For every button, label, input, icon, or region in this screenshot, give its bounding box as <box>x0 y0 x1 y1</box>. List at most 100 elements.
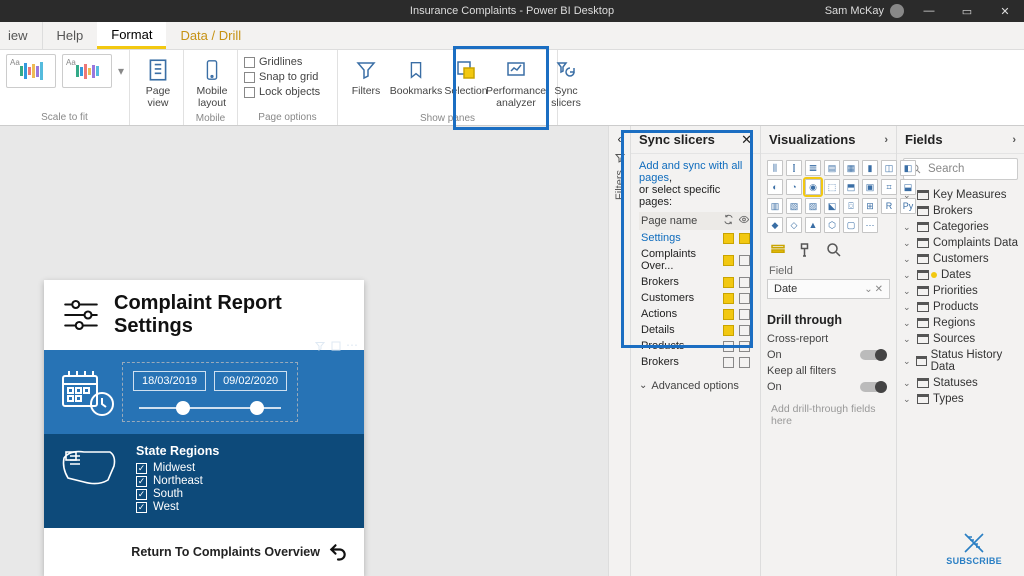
field-table[interactable]: ⌄Types <box>903 391 1018 407</box>
range-handle-end[interactable] <box>250 401 264 415</box>
close-icon[interactable]: ✕ <box>741 132 752 148</box>
mobile-layout-button[interactable]: Mobile layout <box>190 54 234 111</box>
viz-type-icon[interactable]: ▧ <box>786 198 802 214</box>
field-table[interactable]: ⌄Complaints Data <box>903 235 1018 251</box>
visible-checkbox[interactable] <box>739 233 750 244</box>
field-table[interactable]: ⌄Dates <box>903 267 1018 283</box>
range-handle-start[interactable] <box>176 401 190 415</box>
viz-type-icon[interactable]: ◫ <box>881 160 897 176</box>
collapse-fields-icon[interactable]: › <box>1012 134 1016 146</box>
sync-page-row[interactable]: Settings <box>639 230 752 246</box>
sync-checkbox[interactable] <box>723 309 734 320</box>
field-table[interactable]: ⌄Brokers <box>903 203 1018 219</box>
sync-checkbox[interactable] <box>723 255 734 266</box>
date-range-slicer[interactable]: 18/03/2019 09/02/2020 <box>122 362 298 422</box>
viz-type-icon[interactable]: ◆ <box>767 217 783 233</box>
cross-report-toggle[interactable] <box>860 350 886 360</box>
sync-checkbox[interactable] <box>723 357 734 368</box>
sync-checkbox[interactable] <box>723 277 734 288</box>
visible-checkbox[interactable] <box>739 293 750 304</box>
field-table[interactable]: ⌄Products <box>903 299 1018 315</box>
viz-type-icon[interactable]: R <box>881 198 897 214</box>
avatar[interactable] <box>890 4 904 18</box>
sync-page-row[interactable]: Brokers <box>639 354 752 370</box>
sync-checkbox[interactable] <box>723 325 734 336</box>
sync-page-row[interactable]: Brokers <box>639 274 752 290</box>
field-table[interactable]: ⌄Customers <box>903 251 1018 267</box>
viz-type-icon[interactable]: ▣ <box>862 179 878 195</box>
visible-checkbox[interactable] <box>739 255 750 266</box>
visual-header-icons[interactable]: ⋯ <box>314 340 358 352</box>
viz-type-icon[interactable]: ⬡ <box>824 217 840 233</box>
filters-pane-button[interactable]: Filters <box>344 54 388 100</box>
sync-slicers-button[interactable]: Sync slicers <box>544 54 588 111</box>
region-item[interactable]: ✓West <box>136 501 219 513</box>
sync-page-row[interactable]: Customers <box>639 290 752 306</box>
fields-search-input[interactable]: Search <box>903 158 1018 180</box>
viz-type-icon[interactable]: 𝌆 <box>805 160 821 176</box>
date-range-track[interactable] <box>139 407 281 409</box>
tab-data-drill[interactable]: Data / Drill <box>166 22 255 49</box>
lock-objects-checkbox[interactable]: Lock objects <box>244 86 320 98</box>
fields-tab-icon[interactable] <box>769 241 787 259</box>
window-minimize[interactable]: — <box>910 0 948 22</box>
viz-type-icon[interactable]: ⋯ <box>862 217 878 233</box>
viz-type-icon[interactable]: ⌼ <box>843 198 859 214</box>
viz-type-icon[interactable]: ⫼ <box>767 160 783 176</box>
viz-type-icon[interactable]: ▤ <box>824 160 840 176</box>
viz-type-icon[interactable]: ▲ <box>805 217 821 233</box>
remove-field-icon[interactable]: ✕ <box>875 284 883 295</box>
field-table[interactable]: ⌄Regions <box>903 315 1018 331</box>
field-table[interactable]: ⌄Status History Data <box>903 347 1018 375</box>
window-maximize[interactable]: ▭ <box>948 0 986 22</box>
field-table[interactable]: ⌄Statuses <box>903 375 1018 391</box>
sync-checkbox[interactable] <box>723 341 734 352</box>
viz-type-icon[interactable]: Py <box>900 198 916 214</box>
visible-checkbox[interactable] <box>739 325 750 336</box>
sync-page-row[interactable]: Products <box>639 338 752 354</box>
date-from-input[interactable]: 18/03/2019 <box>133 371 206 391</box>
sync-all-pages-link[interactable]: Add and sync with all pages <box>639 160 742 184</box>
sync-page-row[interactable]: Actions <box>639 306 752 322</box>
viz-type-icon[interactable]: ▦ <box>843 160 859 176</box>
themes-dropdown-icon[interactable]: ▾ <box>118 64 124 78</box>
selection-button[interactable]: Selection <box>444 54 488 100</box>
snap-to-grid-checkbox[interactable]: Snap to grid <box>244 71 318 83</box>
page-view-button[interactable]: Page view <box>136 54 180 111</box>
region-item[interactable]: ✓Northeast <box>136 475 219 487</box>
filters-pane-collapsed[interactable]: ‹ Filters <box>608 126 630 576</box>
field-table[interactable]: ⌄Priorities <box>903 283 1018 299</box>
viz-type-icon[interactable]: ◐ <box>767 179 783 195</box>
visible-checkbox[interactable] <box>739 341 750 352</box>
field-table[interactable]: ⌄Key Measures <box>903 187 1018 203</box>
viz-type-icon[interactable]: ⬚ <box>824 179 840 195</box>
viz-type-icon[interactable]: ⬒ <box>843 179 859 195</box>
subscribe-badge[interactable]: SUBSCRIBE <box>946 532 1002 566</box>
visible-checkbox[interactable] <box>739 309 750 320</box>
visible-checkbox[interactable] <box>739 277 750 288</box>
region-item[interactable]: ✓Midwest <box>136 462 219 474</box>
format-tab-icon[interactable] <box>797 241 815 259</box>
return-button[interactable]: Return To Complaints Overview <box>44 528 364 576</box>
viz-type-icon[interactable]: ▮ <box>862 160 878 176</box>
viz-type-icon[interactable]: ⫿ <box>786 160 802 176</box>
sync-checkbox[interactable] <box>723 293 734 304</box>
viz-type-icon[interactable]: ▢ <box>843 217 859 233</box>
drill-fields-drop[interactable]: Add drill-through fields here <box>767 397 890 433</box>
keep-filters-toggle[interactable] <box>860 382 886 392</box>
visual-more-icon[interactable]: ⋯ <box>346 340 358 352</box>
visible-checkbox[interactable] <box>739 357 750 368</box>
field-table[interactable]: ⌄Categories <box>903 219 1018 235</box>
viz-type-icon[interactable]: ◉ <box>805 179 821 195</box>
tab-help[interactable]: Help <box>43 22 98 49</box>
viz-type-icon[interactable]: ▨ <box>805 198 821 214</box>
viz-type-icon[interactable]: ⬕ <box>824 198 840 214</box>
chevron-down-icon[interactable]: ⌄ <box>864 284 872 295</box>
theme-preview-1[interactable]: Aa <box>6 54 56 88</box>
viz-type-icon[interactable]: ▥ <box>767 198 783 214</box>
bookmarks-button[interactable]: Bookmarks <box>394 54 438 100</box>
sync-checkbox[interactable] <box>723 233 734 244</box>
tab-view[interactable]: iew <box>0 22 43 49</box>
region-item[interactable]: ✓South <box>136 488 219 500</box>
viz-type-icon[interactable]: ⌗ <box>881 179 897 195</box>
